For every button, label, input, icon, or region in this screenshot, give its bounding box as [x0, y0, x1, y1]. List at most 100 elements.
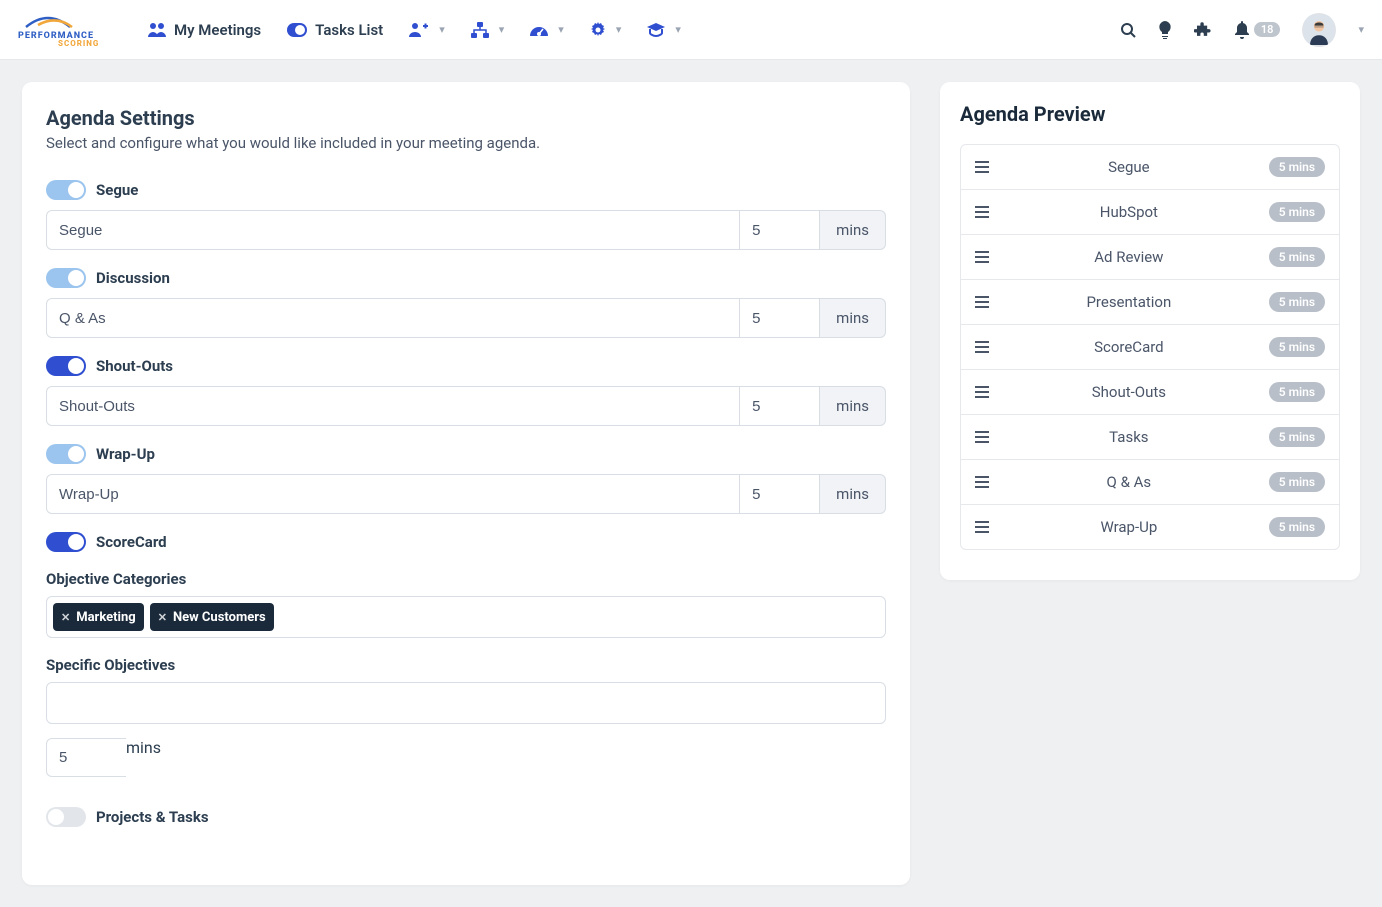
- preview-item[interactable]: Segue 5 mins: [961, 145, 1339, 190]
- toggle-projects[interactable]: [46, 807, 86, 827]
- shoutouts-mins-input[interactable]: [739, 386, 819, 426]
- mins-pill: 5 mins: [1269, 517, 1325, 537]
- remove-tag-icon[interactable]: ✕: [158, 611, 167, 624]
- mins-pill: 5 mins: [1269, 247, 1325, 267]
- page-title: Agenda Settings: [46, 106, 886, 130]
- drag-handle-icon[interactable]: [975, 386, 989, 398]
- nav-label: My Meetings: [174, 21, 261, 39]
- nav-tasks-list[interactable]: Tasks List: [287, 21, 383, 39]
- preview-item-name: Presentation: [1003, 293, 1255, 311]
- gear-icon: [590, 22, 606, 38]
- logo[interactable]: PERFORMANCE SCORING: [18, 13, 118, 47]
- nav-dropdown-learn[interactable]: ▾: [647, 23, 681, 37]
- section-label: Wrap-Up: [96, 445, 155, 463]
- preview-title: Agenda Preview: [960, 102, 1340, 126]
- puzzle-icon[interactable]: [1194, 21, 1212, 39]
- drag-handle-icon[interactable]: [975, 296, 989, 308]
- nav-dropdown-network[interactable]: ▾: [471, 22, 505, 38]
- page: Agenda Settings Select and configure wha…: [0, 60, 1382, 907]
- preview-item-name: Shout-Outs: [1003, 383, 1255, 401]
- mins-pill: 5 mins: [1269, 157, 1325, 177]
- nav-dropdown-users[interactable]: ▾: [409, 22, 445, 38]
- toggle-shoutouts[interactable]: [46, 356, 86, 376]
- mins-pill: 5 mins: [1269, 292, 1325, 312]
- users-plus-icon: [409, 22, 429, 38]
- remove-tag-icon[interactable]: ✕: [61, 611, 70, 624]
- wrapup-mins-input[interactable]: [739, 474, 819, 514]
- objective-categories-input[interactable]: ✕ Marketing ✕ New Customers: [46, 596, 886, 638]
- specific-objectives-input[interactable]: [46, 682, 886, 724]
- preview-item[interactable]: HubSpot 5 mins: [961, 190, 1339, 235]
- chevron-down-icon: ▾: [558, 23, 564, 36]
- agenda-preview-card: Agenda Preview Segue 5 mins HubSpot 5 mi…: [940, 82, 1360, 580]
- toggle-discussion[interactable]: [46, 268, 86, 288]
- toggle-segue[interactable]: [46, 180, 86, 200]
- search-icon[interactable]: [1120, 22, 1136, 38]
- tag-label: Marketing: [76, 610, 136, 625]
- drag-handle-icon[interactable]: [975, 341, 989, 353]
- section-shoutouts: Shout-Outs mins: [46, 356, 886, 426]
- section-scorecard: ScoreCard Objective Categories ✕ Marketi…: [46, 532, 886, 777]
- mins-unit: mins: [819, 386, 886, 426]
- gauge-icon: [530, 23, 548, 37]
- section-label: Shout-Outs: [96, 357, 173, 375]
- preview-item-name: Ad Review: [1003, 248, 1255, 266]
- svg-text:SCORING: SCORING: [58, 39, 99, 47]
- scorecard-mins-input[interactable]: [46, 738, 126, 777]
- toggle-icon: [287, 23, 307, 37]
- mins-pill: 5 mins: [1269, 202, 1325, 222]
- drag-handle-icon[interactable]: [975, 521, 989, 533]
- wrapup-name-input[interactable]: [46, 474, 739, 514]
- tag-new-customers: ✕ New Customers: [150, 603, 274, 631]
- toggle-scorecard[interactable]: [46, 532, 86, 552]
- lightbulb-icon[interactable]: [1158, 21, 1172, 39]
- section-label: Segue: [96, 181, 138, 199]
- preview-item[interactable]: Shout-Outs 5 mins: [961, 370, 1339, 415]
- drag-handle-icon[interactable]: [975, 251, 989, 263]
- section-wrapup: Wrap-Up mins: [46, 444, 886, 514]
- graduate-icon: [647, 23, 665, 37]
- mins-unit: mins: [819, 210, 886, 250]
- section-segue: Segue mins: [46, 180, 886, 250]
- chevron-down-icon: ▾: [439, 23, 445, 36]
- drag-handle-icon[interactable]: [975, 476, 989, 488]
- discussion-mins-input[interactable]: [739, 298, 819, 338]
- preview-list: Segue 5 mins HubSpot 5 mins Ad Review 5 …: [960, 144, 1340, 550]
- preview-item[interactable]: Q & As 5 mins: [961, 460, 1339, 505]
- nav-dropdown-settings[interactable]: ▾: [590, 22, 622, 38]
- preview-item[interactable]: Tasks 5 mins: [961, 415, 1339, 460]
- preview-item[interactable]: Ad Review 5 mins: [961, 235, 1339, 280]
- preview-item-name: ScoreCard: [1003, 338, 1255, 356]
- page-subtitle: Select and configure what you would like…: [46, 134, 886, 152]
- chevron-down-icon: ▾: [675, 23, 681, 36]
- mins-unit: mins: [819, 298, 886, 338]
- section-projects: Projects & Tasks: [46, 807, 886, 827]
- segue-name-input[interactable]: [46, 210, 739, 250]
- discussion-name-input[interactable]: [46, 298, 739, 338]
- mins-pill: 5 mins: [1269, 337, 1325, 357]
- chevron-down-icon: ▾: [499, 23, 505, 36]
- shoutouts-name-input[interactable]: [46, 386, 739, 426]
- topbar: PERFORMANCE SCORING My Meetings Tasks Li…: [0, 0, 1382, 60]
- preview-item[interactable]: ScoreCard 5 mins: [961, 325, 1339, 370]
- drag-handle-icon[interactable]: [975, 161, 989, 173]
- notifications[interactable]: 18: [1234, 21, 1281, 39]
- agenda-settings-card: Agenda Settings Select and configure wha…: [22, 82, 910, 885]
- preview-item[interactable]: Wrap-Up 5 mins: [961, 505, 1339, 549]
- nav-label: Tasks List: [315, 21, 383, 39]
- mins-unit: mins: [126, 738, 161, 777]
- nav-my-meetings[interactable]: My Meetings: [148, 21, 261, 39]
- nav-dropdown-dashboard[interactable]: ▾: [530, 23, 564, 37]
- drag-handle-icon[interactable]: [975, 206, 989, 218]
- drag-handle-icon[interactable]: [975, 431, 989, 443]
- preview-item-name: Q & As: [1003, 473, 1255, 491]
- preview-item[interactable]: Presentation 5 mins: [961, 280, 1339, 325]
- avatar-chevron-down-icon[interactable]: ▾: [1358, 23, 1364, 36]
- mins-pill: 5 mins: [1269, 382, 1325, 402]
- avatar[interactable]: [1302, 13, 1336, 47]
- preview-item-name: Segue: [1003, 158, 1255, 176]
- meetings-icon: [148, 22, 166, 38]
- toggle-wrapup[interactable]: [46, 444, 86, 464]
- section-label: ScoreCard: [96, 533, 167, 551]
- segue-mins-input[interactable]: [739, 210, 819, 250]
